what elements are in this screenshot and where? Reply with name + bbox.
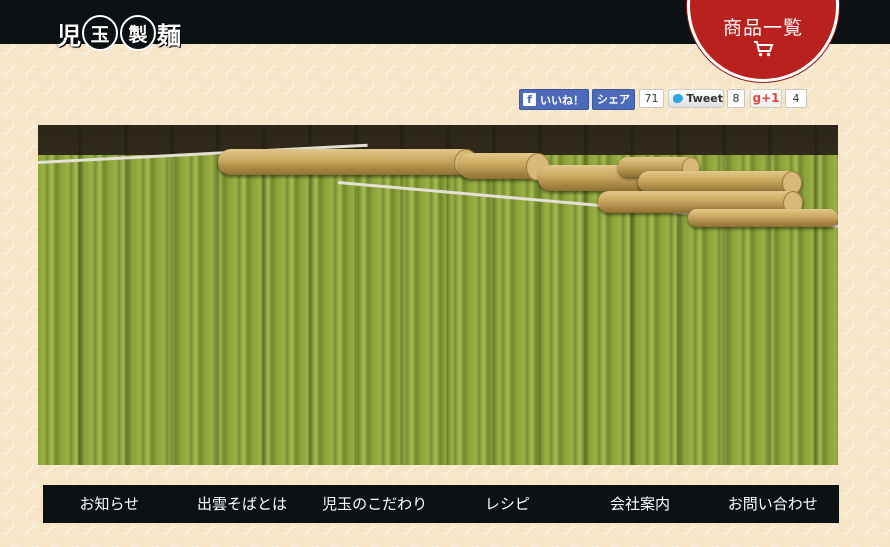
nav-item-recipes[interactable]: レシピ xyxy=(441,485,574,523)
logo-char: 麺 xyxy=(157,20,181,50)
facebook-like-button[interactable]: f いいね！ xyxy=(519,89,589,110)
facebook-share-button[interactable]: シェア xyxy=(592,89,635,110)
hero-bamboo-rod xyxy=(638,171,802,195)
nav-item-company[interactable]: 会社案内 xyxy=(574,485,707,523)
logo-char: 製 xyxy=(128,23,148,46)
tweet-label: Tweet xyxy=(686,92,723,105)
google-plus-button[interactable]: g+1 xyxy=(750,89,782,108)
tweet-count: 8 xyxy=(727,89,745,108)
hero-bamboo-rod xyxy=(688,209,838,227)
hero-bamboo-rod xyxy=(218,149,478,177)
logo-disc: 玉 xyxy=(82,15,118,51)
logo-char: 玉 xyxy=(90,23,110,46)
nav-item-commitment[interactable]: 児玉のこだわり xyxy=(308,485,441,523)
main-nav: お知らせ 出雲そばとは 児玉のこだわり レシピ 会社案内 お問い合わせ xyxy=(43,485,839,523)
facebook-share-count: 71 xyxy=(639,89,664,108)
nav-item-izumo-soba[interactable]: 出雲そばとは xyxy=(176,485,309,523)
twitter-bird-icon xyxy=(673,94,684,103)
nav-item-news[interactable]: お知らせ xyxy=(43,485,176,523)
site-logo[interactable]: 児 玉 製 麺 xyxy=(57,10,181,56)
nav-item-contact[interactable]: お問い合わせ xyxy=(706,485,839,523)
logo-char: 児 xyxy=(57,20,81,50)
facebook-icon: f xyxy=(523,93,536,106)
google-plus-count: 4 xyxy=(785,89,807,108)
facebook-like-label: いいね！ xyxy=(540,93,584,107)
products-list-label: 商品一覧 xyxy=(722,17,803,39)
products-list-button[interactable]: 商品一覧 xyxy=(687,0,839,82)
cart-icon xyxy=(754,41,774,57)
tweet-button[interactable]: Tweet xyxy=(668,89,724,108)
hero-slider[interactable] xyxy=(38,125,838,465)
logo-disc: 製 xyxy=(120,15,156,51)
hero-bamboo-rod xyxy=(458,153,550,181)
